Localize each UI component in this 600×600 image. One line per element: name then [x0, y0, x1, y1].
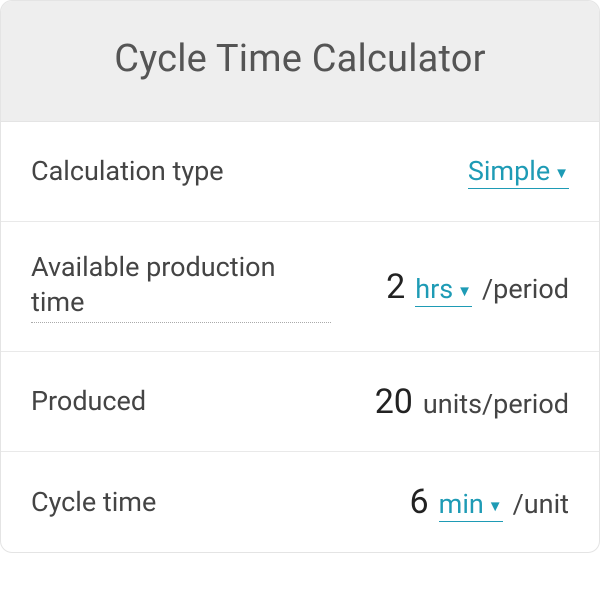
label-cycle-time: Cycle time: [31, 485, 156, 520]
value-cycle-time: 6 min ▼ /unit: [410, 482, 569, 522]
chevron-down-icon: ▼: [488, 497, 503, 515]
row-cycle-time: Cycle time 6 min ▼ /unit: [1, 452, 599, 552]
value-calculation-type: Simple ▼: [468, 155, 569, 189]
card-header: Cycle Time Calculator: [1, 1, 599, 122]
production-time-unit-select[interactable]: hrs ▼: [415, 273, 472, 307]
page-title: Cycle Time Calculator: [21, 37, 579, 81]
label-produced: Produced: [31, 384, 146, 419]
produced-suffix: units/period: [423, 388, 569, 420]
chevron-down-icon: ▼: [457, 282, 472, 300]
row-produced: Produced 20 units/period: [1, 352, 599, 452]
produced-input[interactable]: 20: [375, 382, 413, 422]
value-produced: 20 units/period: [375, 382, 569, 422]
calculator-card: Cycle Time Calculator Calculation type S…: [0, 0, 600, 553]
cycle-time-output: 6: [410, 482, 429, 522]
value-production-time: 2 hrs ▼ /period: [386, 267, 569, 307]
calculation-type-text: Simple: [468, 155, 550, 187]
calculation-type-select[interactable]: Simple ▼: [468, 155, 569, 189]
label-production-time[interactable]: Available production time: [31, 250, 331, 323]
chevron-down-icon: ▼: [554, 164, 569, 182]
production-time-unit-text: hrs: [415, 273, 453, 305]
cycle-time-unit-text: min: [439, 488, 484, 520]
label-production-time-wrap: Available production time: [31, 250, 331, 323]
label-calculation-type: Calculation type: [31, 154, 224, 189]
row-production-time: Available production time 2 hrs ▼ /perio…: [1, 222, 599, 352]
production-time-input[interactable]: 2: [386, 267, 405, 307]
row-calculation-type: Calculation type Simple ▼: [1, 122, 599, 222]
production-time-suffix: /period: [482, 273, 569, 305]
cycle-time-unit-select[interactable]: min ▼: [439, 488, 503, 522]
cycle-time-suffix: /unit: [513, 488, 569, 520]
